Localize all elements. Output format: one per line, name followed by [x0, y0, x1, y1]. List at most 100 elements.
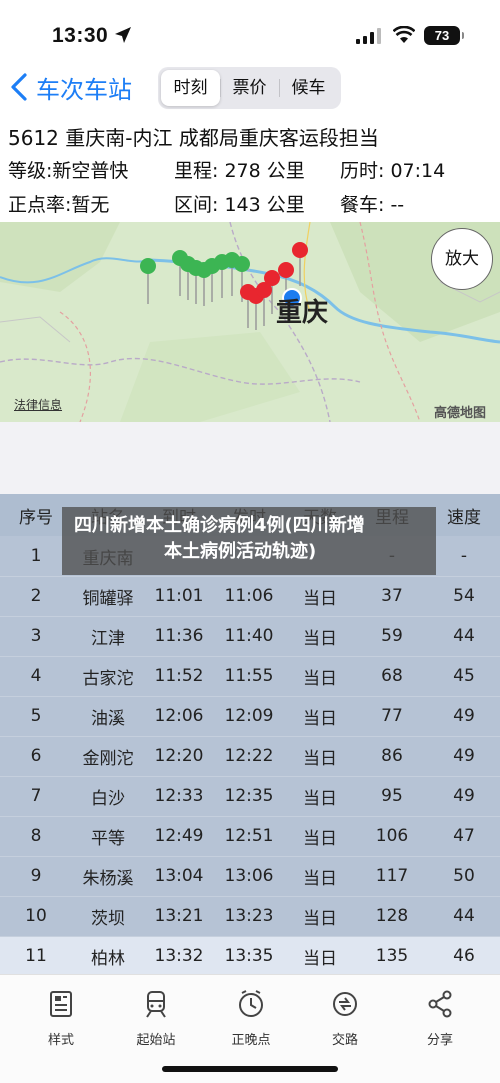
row-index: 2: [30, 586, 42, 606]
table-row[interactable]: 10 茨坝 13:21 13:23 当日 128 44: [0, 896, 500, 936]
row-station: 江津: [91, 628, 125, 649]
row-departure: 12:22: [224, 746, 274, 766]
row-divider: [0, 696, 500, 697]
toolbar-origin-button[interactable]: 起始站: [116, 989, 196, 1048]
row-divider: [0, 816, 500, 817]
chevron-left-icon: [11, 73, 27, 101]
toolbar-share-label: 分享: [426, 1033, 453, 1048]
row-departure: 13:23: [224, 906, 274, 926]
row-index: 3: [30, 626, 42, 646]
row-speed: 47: [453, 826, 475, 846]
row-divider: [0, 776, 500, 777]
row-distance: 117: [375, 866, 409, 886]
train-section: 区间: 143 公里: [174, 194, 305, 216]
row-arrival: 12:06: [154, 706, 204, 726]
row-distance: 59: [381, 626, 403, 646]
tab-waiting[interactable]: 候车: [279, 70, 338, 106]
train-dining: 餐车: --: [340, 194, 405, 216]
row-day: 当日: [303, 748, 337, 769]
row-index: 8: [30, 826, 42, 846]
row-divider: [0, 936, 500, 937]
location-arrow-icon: [115, 27, 131, 43]
row-speed: 49: [453, 746, 475, 766]
overlay-line-2: 本土病例活动轨迹): [164, 541, 317, 562]
map-city-label: 重庆: [276, 298, 329, 328]
row-arrival: 11:01: [154, 586, 204, 606]
row-speed: -: [460, 546, 468, 566]
back-button[interactable]: 车次车站: [10, 70, 132, 104]
table-row[interactable]: 8 平等 12:49 12:51 当日 106 47: [0, 816, 500, 856]
row-departure: 13:06: [224, 866, 274, 886]
row-station: 白沙: [91, 788, 125, 809]
status-bar: 13:30 73: [0, 0, 500, 60]
toolbar-share-button[interactable]: 分享: [400, 989, 480, 1048]
row-arrival: 11:36: [154, 626, 204, 646]
back-label: 车次车站: [36, 75, 132, 104]
table-row[interactable]: 11 柏林 13:32 13:35 当日 135 46: [0, 936, 500, 976]
toolbar-origin-label: 起始站: [136, 1033, 176, 1048]
toolbar-style-button[interactable]: 样式: [21, 989, 101, 1048]
row-index: 4: [30, 666, 42, 686]
row-speed: 45: [453, 666, 475, 686]
row-station: 金刚沱: [82, 748, 134, 769]
col-speed: 速度: [447, 507, 481, 528]
toolbar-style-label: 样式: [47, 1033, 74, 1048]
row-divider: [0, 576, 500, 577]
row-day: 当日: [303, 668, 337, 689]
table-row[interactable]: 7 白沙 12:33 12:35 当日 95 49: [0, 776, 500, 816]
row-departure: 12:35: [224, 786, 274, 806]
share-icon: [428, 990, 452, 1018]
train-headline: 5612 重庆南-内江 成都局重庆客运段担当: [8, 126, 379, 150]
segmented-control: 时刻 票价 候车: [158, 67, 341, 109]
tab-fare[interactable]: 票价: [220, 70, 279, 106]
table-row[interactable]: 4 古家沱 11:52 11:55 当日 68 45: [0, 656, 500, 696]
row-speed: 49: [453, 786, 475, 806]
zoom-button[interactable]: 放大: [431, 228, 493, 290]
spacer: [0, 422, 500, 494]
route-swap-icon: [333, 992, 357, 1016]
row-day: 当日: [303, 908, 337, 929]
row-station: 铜罐驿: [82, 588, 134, 609]
clock-icon: [239, 990, 263, 1017]
toolbar-route-button[interactable]: 交路: [305, 989, 385, 1048]
route-map[interactable]: 重庆: [0, 222, 500, 422]
row-speed: 49: [453, 706, 475, 726]
row-station: 茨坝: [91, 908, 125, 929]
table-row[interactable]: 2 铜罐驿 11:01 11:06 当日 37 54: [0, 576, 500, 616]
row-distance: 68: [381, 666, 403, 686]
row-divider: [0, 656, 500, 657]
row-departure: 12:51: [224, 826, 274, 846]
row-index: 5: [30, 706, 42, 726]
status-time: 13:30: [52, 24, 109, 47]
row-divider: [0, 856, 500, 857]
row-departure: 11:40: [224, 626, 274, 646]
row-station: 平等: [91, 828, 125, 849]
table-row[interactable]: 9 朱杨溪 13:04 13:06 当日 117 50: [0, 856, 500, 896]
row-divider: [0, 616, 500, 617]
table-row[interactable]: 5 油溪 12:06 12:09 当日 77 49: [0, 696, 500, 736]
row-distance: 86: [381, 746, 403, 766]
row-index: 7: [30, 786, 42, 806]
signal-icon: [356, 28, 381, 44]
battery-icon: 73: [424, 26, 464, 45]
row-arrival: 11:52: [154, 666, 204, 686]
row-departure: 11:55: [224, 666, 274, 686]
table-row[interactable]: 3 江津 11:36 11:40 当日 59 44: [0, 616, 500, 656]
style-icon: [50, 991, 72, 1017]
row-arrival: 12:20: [154, 746, 204, 766]
news-headline-overlay[interactable]: 四川新增本土确诊病例4例(四川新增 本土病例活动轨迹): [62, 507, 436, 575]
row-day: 当日: [303, 828, 337, 849]
row-divider: [0, 736, 500, 737]
row-distance: 95: [381, 786, 403, 806]
row-arrival: 12:33: [154, 786, 204, 806]
toolbar-punctuality-button[interactable]: 正晚点: [211, 989, 291, 1048]
nav-bar: 车次车站 时刻 票价 候车: [0, 62, 500, 114]
map-legal-link[interactable]: 法律信息: [14, 396, 62, 413]
row-speed: 54: [453, 586, 475, 606]
table-row[interactable]: 6 金刚沱 12:20 12:22 当日 86 49: [0, 736, 500, 776]
row-day: 当日: [303, 628, 337, 649]
row-day: 当日: [303, 708, 337, 729]
map-canvas: [0, 222, 500, 422]
home-indicator[interactable]: [162, 1066, 338, 1072]
tab-schedule[interactable]: 时刻: [161, 70, 220, 106]
